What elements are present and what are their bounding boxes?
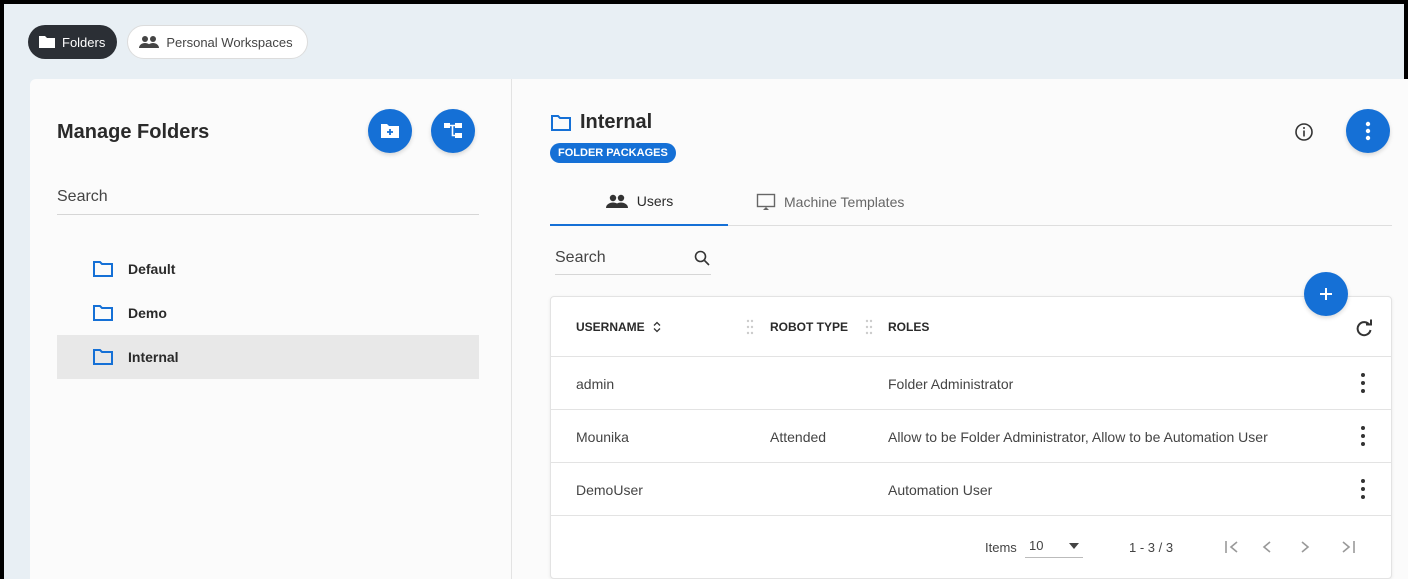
page-range: 1 - 3 / 3 bbox=[1129, 539, 1174, 555]
search-icon[interactable] bbox=[693, 249, 711, 267]
table-row[interactable]: Mounika Attended Allow to be Folder Admi… bbox=[551, 410, 1391, 463]
items-per-page-label: Items bbox=[985, 539, 1017, 555]
tree-structure-icon bbox=[444, 123, 462, 138]
add-folder-icon bbox=[381, 124, 399, 138]
folder-item-demo[interactable]: Demo bbox=[57, 291, 479, 335]
tab-personal-workspaces-label: Personal Workspaces bbox=[166, 34, 293, 50]
folder-item-default[interactable]: Default bbox=[57, 247, 479, 291]
column-robot-type-label: ROBOT TYPE bbox=[770, 320, 849, 334]
cell-robot-type: Attended bbox=[770, 428, 827, 445]
main-card: Manage Folders Default Demo bbox=[30, 79, 1408, 579]
column-resize-handle[interactable] bbox=[745, 317, 755, 337]
more-vertical-icon bbox=[1365, 121, 1371, 141]
cell-username: admin bbox=[576, 375, 615, 392]
folder-label: Default bbox=[128, 261, 176, 277]
folder-outline-icon bbox=[93, 261, 113, 277]
users-table: USERNAME ROBOT TYPE ROLES admin Folder A… bbox=[550, 296, 1392, 579]
tab-users[interactable]: Users bbox=[550, 177, 728, 226]
tab-machine-templates-label: Machine Templates bbox=[784, 193, 905, 210]
folder-label: Demo bbox=[128, 305, 167, 321]
last-page-icon bbox=[1342, 541, 1355, 553]
column-roles-label: ROLES bbox=[888, 320, 930, 334]
cell-roles: Automation User bbox=[888, 481, 993, 498]
manage-folders-title: Manage Folders bbox=[57, 121, 210, 143]
cell-roles: Folder Administrator bbox=[888, 375, 1014, 392]
folder-packages-badge[interactable]: FOLDER PACKAGES bbox=[550, 143, 676, 163]
plus-icon bbox=[1320, 288, 1332, 300]
table-row[interactable]: admin Folder Administrator bbox=[551, 357, 1391, 410]
folder-search bbox=[57, 183, 479, 215]
people-icon bbox=[139, 36, 160, 48]
more-actions-button[interactable] bbox=[1346, 109, 1390, 153]
table-header: USERNAME ROBOT TYPE ROLES bbox=[551, 297, 1391, 357]
column-resize-handle[interactable] bbox=[864, 317, 874, 337]
info-icon bbox=[1295, 123, 1313, 141]
tab-personal-workspaces[interactable]: Personal Workspaces bbox=[127, 25, 308, 59]
items-per-page-wrapper: 10 bbox=[1025, 516, 1083, 578]
column-robot-type[interactable]: ROBOT TYPE bbox=[770, 297, 848, 357]
folder-list: Default Demo Internal bbox=[57, 247, 479, 379]
table-row[interactable]: DemoUser Automation User bbox=[551, 463, 1391, 516]
folder-title-text: Internal bbox=[580, 111, 653, 133]
tab-folders-label: Folders bbox=[62, 34, 106, 50]
add-folder-button[interactable] bbox=[368, 109, 412, 153]
folder-tree-button[interactable] bbox=[431, 109, 475, 153]
detail-tabs: Users Machine Templates bbox=[550, 177, 1392, 226]
monitor-icon bbox=[756, 193, 776, 210]
column-roles[interactable]: ROLES bbox=[888, 297, 929, 357]
people-icon bbox=[605, 194, 628, 208]
app-window: Folders Personal Workspaces Manage Folde… bbox=[0, 0, 1408, 579]
folder-title: Internal bbox=[550, 111, 652, 134]
manage-folders-panel: Manage Folders Default Demo bbox=[30, 79, 512, 579]
chevron-right-icon bbox=[1301, 541, 1310, 553]
row-actions-icon[interactable] bbox=[1355, 424, 1371, 448]
tab-users-label: Users bbox=[636, 192, 674, 209]
items-per-page-value: 10 bbox=[1029, 538, 1044, 553]
first-page-icon bbox=[1225, 541, 1238, 553]
user-search bbox=[555, 241, 711, 275]
chevron-left-icon bbox=[1262, 541, 1271, 553]
prev-page-button[interactable] bbox=[1259, 516, 1275, 578]
folder-icon bbox=[39, 36, 55, 48]
first-page-button[interactable] bbox=[1223, 516, 1243, 578]
cell-username: Mounika bbox=[576, 428, 629, 445]
info-button[interactable] bbox=[1293, 121, 1315, 143]
cell-username: DemoUser bbox=[576, 481, 643, 498]
tab-machine-templates[interactable]: Machine Templates bbox=[756, 177, 904, 226]
folder-outline-icon bbox=[551, 114, 571, 131]
dropdown-arrow-icon bbox=[1069, 542, 1079, 549]
refresh-icon[interactable] bbox=[1354, 319, 1374, 339]
last-page-button[interactable] bbox=[1337, 516, 1357, 578]
column-username[interactable]: USERNAME bbox=[576, 297, 664, 357]
folder-item-internal[interactable]: Internal bbox=[57, 335, 479, 379]
sort-icon bbox=[653, 321, 661, 333]
folder-outline-icon bbox=[93, 349, 113, 365]
column-username-label: USERNAME bbox=[576, 320, 645, 334]
add-user-button[interactable] bbox=[1304, 272, 1348, 316]
items-per-page-select[interactable]: 10 bbox=[1025, 536, 1083, 558]
next-page-button[interactable] bbox=[1297, 516, 1313, 578]
cell-roles: Allow to be Folder Administrator, Allow … bbox=[888, 428, 1268, 445]
folder-detail-panel: Internal FOLDER PACKAGES Users Machine T… bbox=[512, 79, 1408, 579]
tab-folders[interactable]: Folders bbox=[28, 25, 118, 59]
folder-outline-icon bbox=[93, 305, 113, 321]
top-tab-bar: Folders Personal Workspaces bbox=[28, 22, 308, 62]
folder-label: Internal bbox=[128, 349, 179, 365]
user-search-input[interactable] bbox=[555, 248, 665, 267]
folder-search-input[interactable] bbox=[57, 183, 479, 211]
row-actions-icon[interactable] bbox=[1355, 371, 1371, 395]
row-actions-icon[interactable] bbox=[1355, 477, 1371, 501]
pagination-bar: Items 10 1 - 3 / 3 bbox=[551, 516, 1391, 578]
